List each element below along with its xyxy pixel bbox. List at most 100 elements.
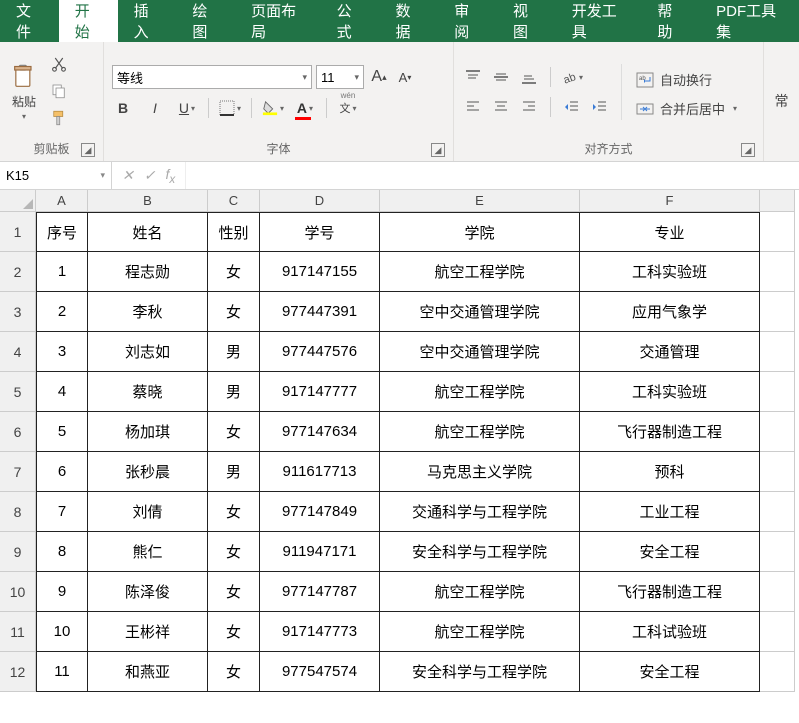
row-header[interactable]: 6 [0, 412, 36, 452]
cell[interactable]: 李秋 [88, 292, 208, 332]
ribbon-tab-2[interactable]: 插入 [118, 0, 177, 42]
decrease-font-button[interactable]: A▾ [394, 66, 416, 88]
copy-button[interactable] [50, 82, 68, 103]
cell-header[interactable]: 专业 [580, 212, 760, 252]
cell[interactable]: 航空工程学院 [380, 372, 580, 412]
cell[interactable]: 和燕亚 [88, 652, 208, 692]
ribbon-tab-3[interactable]: 绘图 [176, 0, 235, 42]
ribbon-tab-10[interactable]: 帮助 [641, 0, 700, 42]
cell[interactable]: 9 [36, 572, 88, 612]
cell[interactable]: 男 [208, 372, 260, 412]
cell[interactable]: 10 [36, 612, 88, 652]
cell[interactable]: 蔡晓 [88, 372, 208, 412]
column-header[interactable]: C [208, 190, 260, 212]
fill-color-button[interactable] [262, 97, 284, 119]
cell[interactable] [760, 532, 795, 572]
font-size-combo[interactable]: 11▾ [316, 65, 364, 89]
phonetic-button[interactable]: wén文 [337, 97, 359, 119]
cell[interactable]: 男 [208, 332, 260, 372]
cell[interactable] [760, 212, 795, 252]
cell[interactable]: 杨加琪 [88, 412, 208, 452]
cell[interactable] [760, 372, 795, 412]
cell[interactable]: 熊仁 [88, 532, 208, 572]
bold-button[interactable]: B [112, 97, 134, 119]
ribbon-tab-11[interactable]: PDF工具集 [700, 0, 799, 42]
cell[interactable] [760, 492, 795, 532]
fx-button[interactable]: fx [165, 166, 175, 186]
cell[interactable]: 空中交通管理学院 [380, 292, 580, 332]
cell[interactable]: 航空工程学院 [380, 572, 580, 612]
cell[interactable]: 刘倩 [88, 492, 208, 532]
cell[interactable] [760, 452, 795, 492]
cell[interactable]: 陈泽俊 [88, 572, 208, 612]
row-header[interactable]: 3 [0, 292, 36, 332]
ribbon-tab-7[interactable]: 审阅 [438, 0, 497, 42]
ribbon-tab-8[interactable]: 视图 [497, 0, 556, 42]
cell[interactable]: 飞行器制造工程 [580, 572, 760, 612]
cut-button[interactable] [50, 55, 68, 76]
italic-button[interactable]: I [144, 97, 166, 119]
cell[interactable]: 4 [36, 372, 88, 412]
cell[interactable]: 1 [36, 252, 88, 292]
row-header[interactable]: 2 [0, 252, 36, 292]
ribbon-tab-9[interactable]: 开发工具 [556, 0, 642, 42]
select-all-corner[interactable] [0, 190, 36, 212]
row-header[interactable]: 12 [0, 652, 36, 692]
row-header[interactable]: 1 [0, 212, 36, 252]
cell[interactable]: 977147849 [260, 492, 380, 532]
wrap-text-button[interactable]: ab自动换行 [632, 68, 741, 91]
row-header[interactable]: 8 [0, 492, 36, 532]
cell[interactable]: 5 [36, 412, 88, 452]
align-top-button[interactable] [462, 66, 484, 88]
column-header[interactable]: B [88, 190, 208, 212]
cell[interactable]: 安全科学与工程学院 [380, 652, 580, 692]
font-name-combo[interactable]: 等线▾ [112, 65, 312, 89]
paste-button[interactable]: 粘贴 ▾ [8, 61, 40, 123]
cell[interactable]: 2 [36, 292, 88, 332]
cell[interactable]: 程志勋 [88, 252, 208, 292]
name-box[interactable]: K15▾ [0, 162, 112, 189]
cancel-formula-button[interactable]: ✕ [122, 167, 134, 184]
cell[interactable] [760, 612, 795, 652]
row-header[interactable]: 5 [0, 372, 36, 412]
cell[interactable]: 安全工程 [580, 652, 760, 692]
align-right-button[interactable] [518, 96, 540, 118]
cell[interactable]: 女 [208, 612, 260, 652]
cell[interactable] [760, 412, 795, 452]
align-middle-button[interactable] [490, 66, 512, 88]
cell[interactable]: 应用气象学 [580, 292, 760, 332]
cell[interactable]: 交通管理 [580, 332, 760, 372]
cell[interactable]: 女 [208, 572, 260, 612]
cell-header[interactable]: 学院 [380, 212, 580, 252]
cell[interactable]: 航空工程学院 [380, 612, 580, 652]
increase-font-button[interactable]: A▴ [368, 66, 390, 88]
cell[interactable]: 917147155 [260, 252, 380, 292]
cell[interactable]: 王彬祥 [88, 612, 208, 652]
cell[interactable]: 女 [208, 532, 260, 572]
ribbon-tab-0[interactable]: 文件 [0, 0, 59, 42]
cell[interactable]: 安全科学与工程学院 [380, 532, 580, 572]
cell[interactable]: 女 [208, 412, 260, 452]
ribbon-tab-1[interactable]: 开始 [59, 0, 118, 42]
format-painter-button[interactable] [50, 109, 68, 130]
cell[interactable] [760, 252, 795, 292]
cell[interactable]: 911947171 [260, 532, 380, 572]
cell[interactable]: 马克思主义学院 [380, 452, 580, 492]
align-left-button[interactable] [462, 96, 484, 118]
row-header[interactable]: 11 [0, 612, 36, 652]
decrease-indent-button[interactable] [561, 96, 583, 118]
cell[interactable]: 张秒晨 [88, 452, 208, 492]
cell[interactable] [760, 572, 795, 612]
cell[interactable] [760, 332, 795, 372]
merge-center-button[interactable]: 合并后居中▾ [632, 97, 741, 120]
cell[interactable]: 空中交通管理学院 [380, 332, 580, 372]
cell[interactable]: 8 [36, 532, 88, 572]
cell[interactable]: 航空工程学院 [380, 412, 580, 452]
align-center-button[interactable] [490, 96, 512, 118]
cell-header[interactable]: 姓名 [88, 212, 208, 252]
row-header[interactable]: 9 [0, 532, 36, 572]
cell[interactable]: 女 [208, 652, 260, 692]
cell[interactable]: 977447391 [260, 292, 380, 332]
cell-header[interactable]: 性别 [208, 212, 260, 252]
cell[interactable]: 航空工程学院 [380, 252, 580, 292]
